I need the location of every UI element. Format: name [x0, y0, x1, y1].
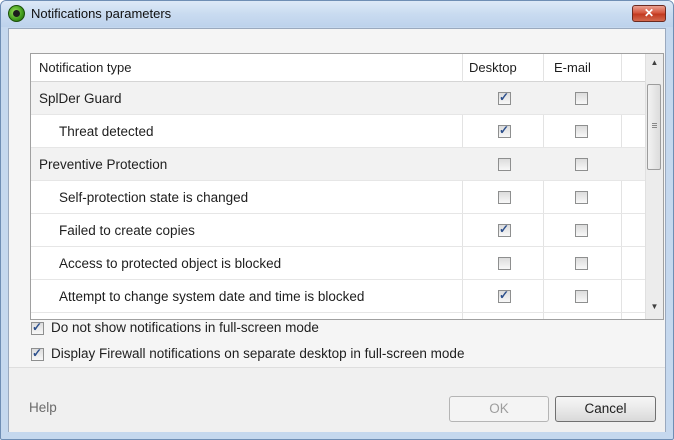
table-row[interactable]: Attempt to change system date and time i…	[31, 280, 647, 313]
grip-icon	[652, 123, 657, 124]
desktop-checkbox[interactable]	[498, 222, 511, 237]
email-checkbox[interactable]	[575, 257, 588, 270]
email-checkbox[interactable]	[575, 191, 588, 204]
desktop-checkbox[interactable]	[498, 158, 511, 171]
fullscreen-option-label: Do not show notifications in full-screen…	[51, 320, 319, 335]
table-row[interactable]: SplDer Guard	[31, 82, 647, 115]
column-header-desktop[interactable]: Desktop	[469, 54, 517, 81]
notification-grid: Notification type Desktop E-mail SplDer …	[30, 53, 664, 320]
notification-type-label: Preventive Protection	[39, 157, 168, 172]
cancel-button[interactable]: Cancel	[555, 396, 656, 422]
desktop-checkbox[interactable]	[498, 191, 511, 204]
email-checkbox[interactable]	[575, 158, 588, 171]
window-title: Notifications parameters	[31, 6, 172, 21]
email-checkbox[interactable]	[575, 125, 588, 138]
spider-bug-icon	[8, 5, 25, 22]
firewall-checkbox[interactable]	[31, 346, 44, 361]
table-row[interactable]: Threat detected	[31, 115, 647, 148]
notification-type-label: Threat detected	[59, 124, 154, 139]
dialog-body: Notification type Desktop E-mail SplDer …	[8, 28, 666, 432]
grid-header: Notification type Desktop E-mail	[31, 54, 647, 82]
table-row[interactable]: Preventive Protection	[31, 148, 647, 181]
notifications-dialog: Notifications parameters ✕ Notification …	[0, 0, 674, 440]
ok-button[interactable]: OK	[449, 396, 549, 422]
firewall-option-label: Display Firewall notifications on separa…	[51, 346, 465, 361]
desktop-checkbox[interactable]	[498, 257, 511, 270]
scroll-down-icon[interactable]: ▼	[646, 298, 663, 315]
dialog-footer: Help OK Cancel	[9, 367, 665, 432]
notification-type-label: Access to protected object is blocked	[59, 256, 282, 271]
column-header-notification-type[interactable]: Notification type	[39, 54, 132, 81]
vertical-scrollbar[interactable]: ▲ ▼	[645, 54, 663, 319]
title-bar[interactable]: Notifications parameters ✕	[1, 1, 673, 27]
table-row[interactable]: Failed to create copies	[31, 214, 647, 247]
email-checkbox[interactable]	[575, 290, 588, 303]
notification-type-label: Failed to create copies	[59, 223, 195, 238]
desktop-checkbox[interactable]	[498, 90, 511, 105]
table-row[interactable]: Access to protected object is blocked	[31, 247, 647, 280]
desktop-checkbox[interactable]	[498, 123, 511, 138]
notification-type-label: Attempt to change system date and time i…	[59, 289, 365, 304]
email-checkbox[interactable]	[575, 224, 588, 237]
email-checkbox[interactable]	[575, 92, 588, 105]
table-row[interactable]: Self-protection state is changed	[31, 181, 647, 214]
column-header-email[interactable]: E-mail	[554, 54, 591, 81]
help-link[interactable]: Help	[29, 400, 57, 415]
notification-type-label: SplDer Guard	[39, 91, 122, 106]
close-button[interactable]: ✕	[632, 5, 666, 22]
scrollbar-thumb[interactable]	[647, 84, 661, 170]
notification-type-label: Self-protection state is changed	[59, 190, 249, 205]
fullscreen-checkbox[interactable]	[31, 320, 44, 335]
scroll-up-icon[interactable]: ▲	[646, 54, 663, 71]
desktop-checkbox[interactable]	[498, 288, 511, 303]
